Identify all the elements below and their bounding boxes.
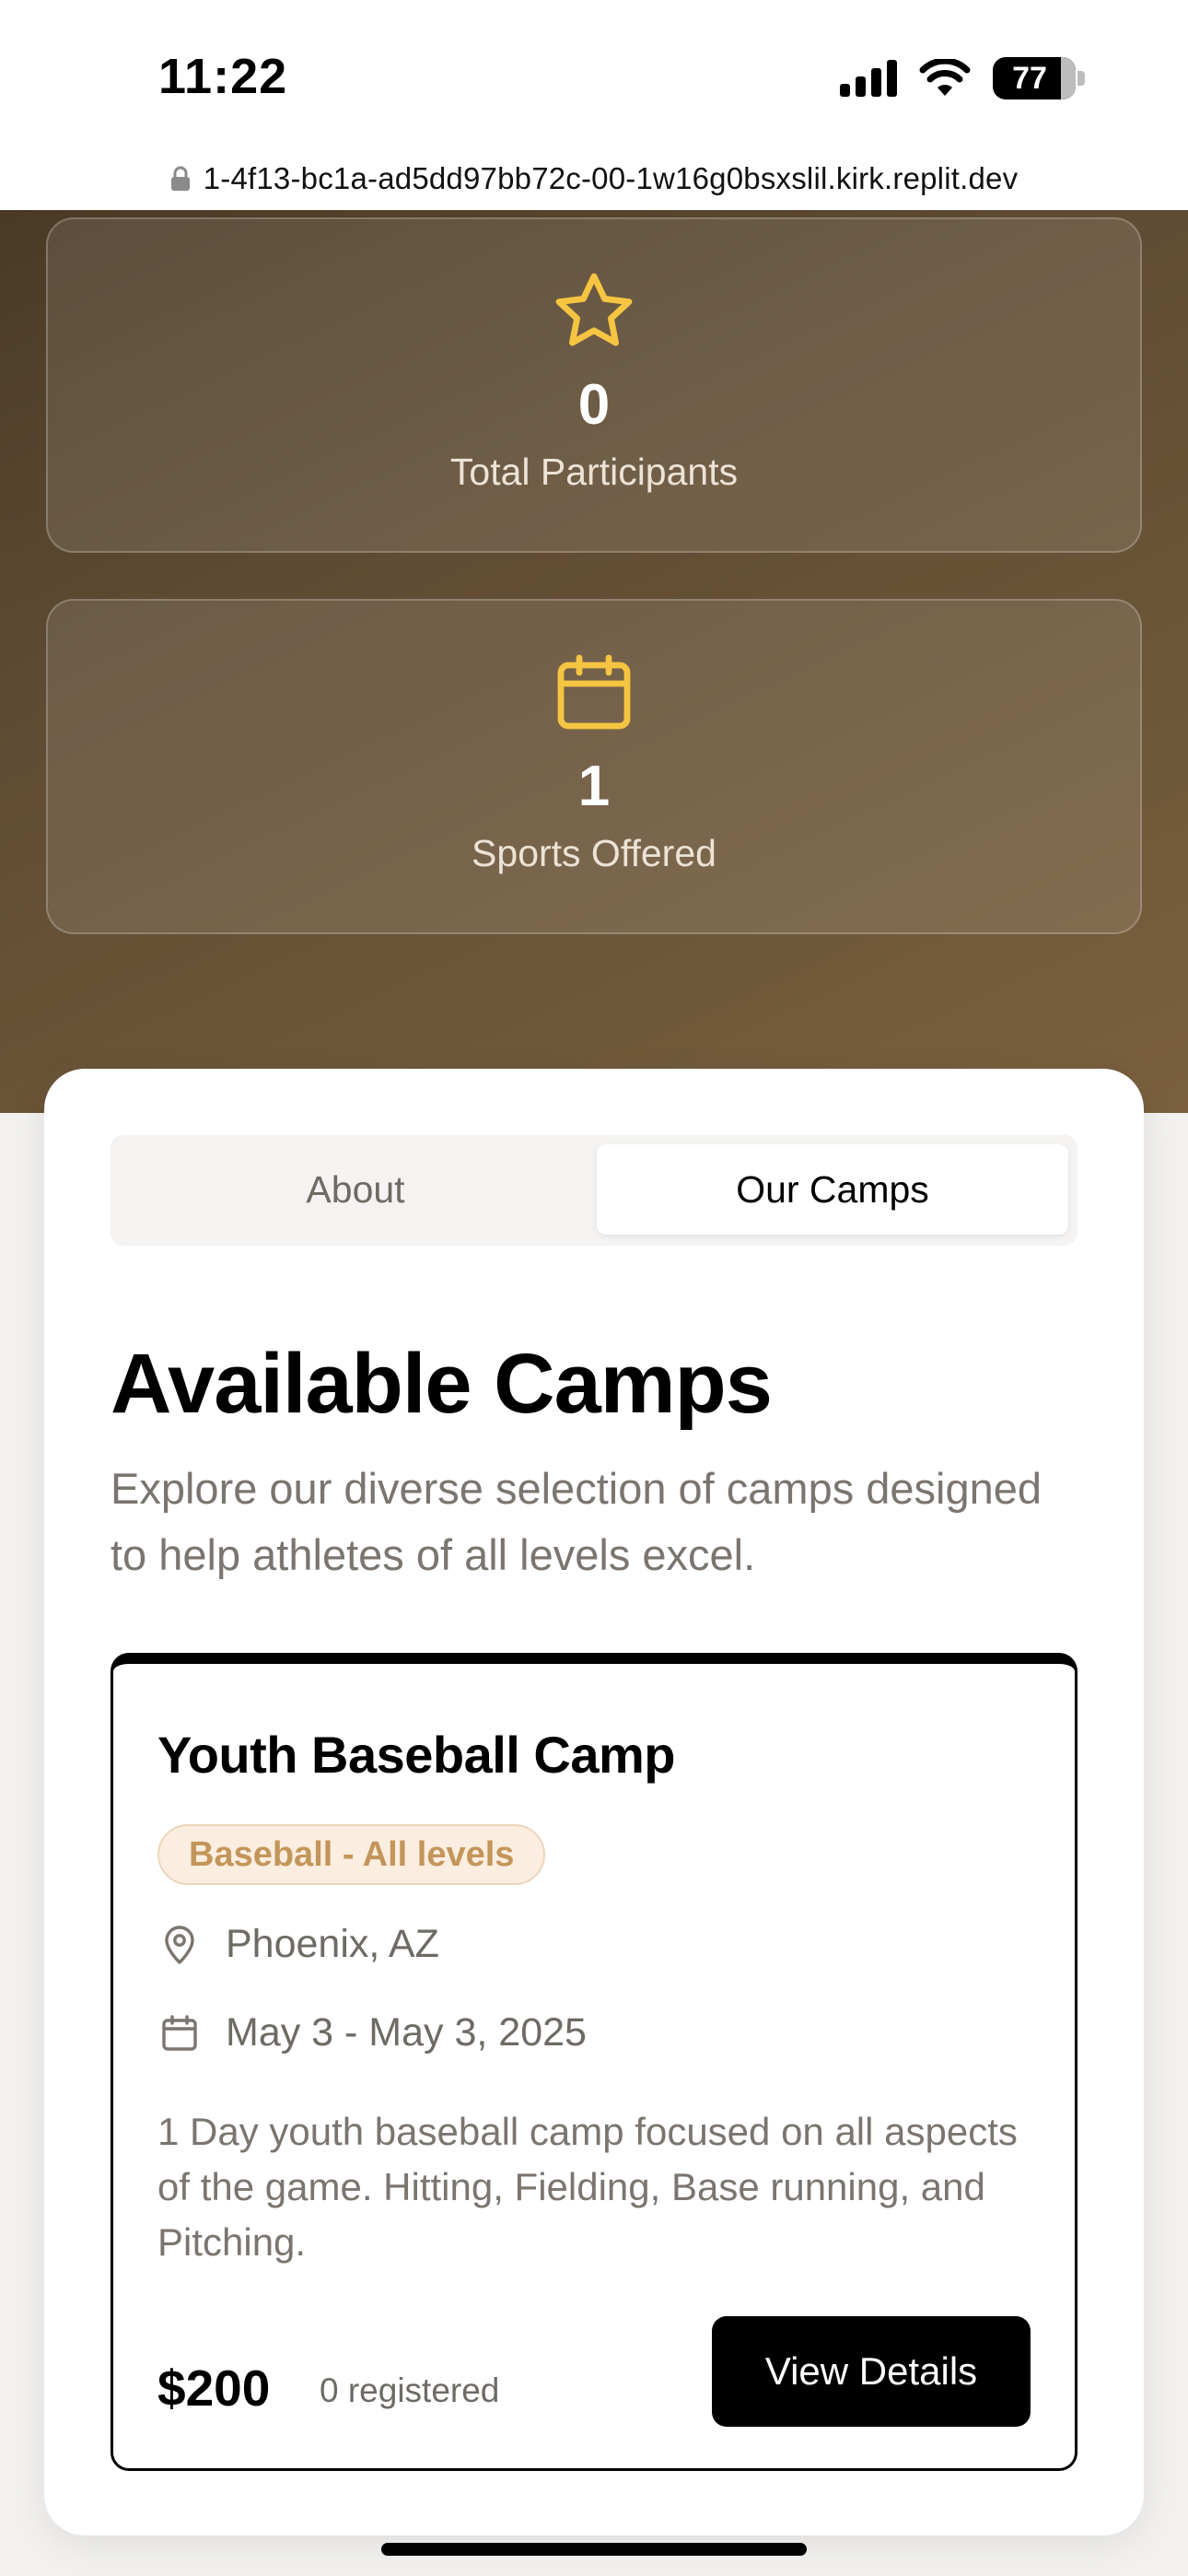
hero-section: 0 Total Participants 1 Sports Offered (0, 210, 1188, 1113)
stat-label: Total Participants (449, 451, 739, 493)
stat-card-sports: 1 Sports Offered (46, 599, 1142, 934)
stat-value: 1 (577, 755, 611, 818)
status-bar: 11:22 77 (0, 0, 1188, 147)
camp-title: Youth Baseball Camp (157, 1726, 676, 1784)
stat-label: Sports Offered (472, 832, 716, 874)
home-indicator[interactable] (381, 2543, 807, 2556)
address-bar[interactable]: 1-4f13-bc1a-ad5dd97bb72c-00-1w16g0bsxsli… (0, 147, 1188, 210)
battery-level: 77 (1012, 60, 1047, 96)
map-pin-icon (165, 1925, 194, 1964)
camp-card[interactable]: Youth Baseball Camp Baseball - All level… (111, 1653, 1077, 2471)
registered-count: 0 registered (320, 2371, 500, 2409)
tab-our-camps[interactable]: Our Camps (597, 1144, 1068, 1235)
calendar-icon (162, 2014, 197, 2051)
stat-value: 0 (577, 373, 611, 437)
tab-bar: About Our Camps (111, 1135, 1077, 1246)
dates-text: May 3 - May 3, 2025 (226, 2010, 587, 2055)
camp-dates: May 3 - May 3, 2025 (157, 2010, 587, 2055)
camp-description: 1 Day youth baseball camp focused on all… (157, 2110, 1018, 2264)
camp-price: $200 (157, 2359, 271, 2417)
sport-badge: Baseball - All levels (157, 1824, 546, 1885)
status-time: 11:22 (158, 49, 288, 104)
battery-icon: 77 (993, 57, 1076, 100)
wifi-icon (919, 59, 971, 96)
stat-card-participants: 0 Total Participants (46, 217, 1142, 553)
view-details-button[interactable]: View Details (712, 2316, 1031, 2427)
camps-panel: About Our Camps Available Camps Explore … (44, 1069, 1144, 2535)
status-icons: 77 (840, 57, 1085, 100)
tab-about[interactable]: About (120, 1144, 591, 1235)
section-title: Available Camps (111, 1337, 773, 1431)
calendar-icon (557, 654, 631, 730)
url-text: 1-4f13-bc1a-ad5dd97bb72c-00-1w16g0bsxsli… (203, 161, 1019, 195)
cellular-signal-icon (840, 60, 897, 97)
location-text: Phoenix, AZ (226, 1922, 439, 1966)
star-icon (555, 273, 633, 346)
lock-icon (170, 166, 190, 191)
camp-location: Phoenix, AZ (157, 1922, 439, 1967)
section-subtitle: Explore our diverse selection of camps d… (111, 1464, 1042, 1579)
